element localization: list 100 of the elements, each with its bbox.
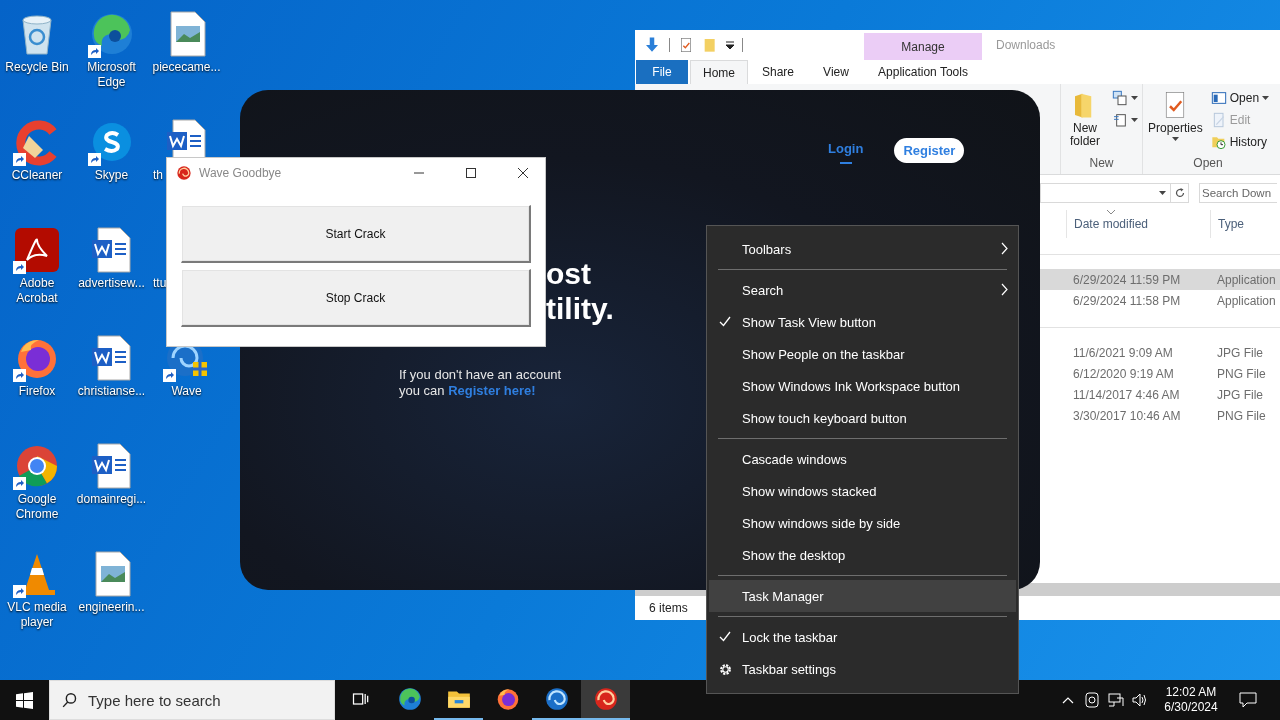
desktop-icon-label[interactable]: ttu xyxy=(153,276,167,291)
desktop-icon-label[interactable]: CCleaner xyxy=(11,168,63,183)
ribbon-tab[interactable]: Share xyxy=(748,60,808,84)
column-header[interactable]: Date modified xyxy=(1066,210,1210,238)
close-icon[interactable] xyxy=(517,168,528,178)
menu-item[interactable]: Cascade windows xyxy=(709,443,1016,475)
notification-icon[interactable] xyxy=(1239,692,1257,708)
desktop-icon-label[interactable]: Recycle Bin xyxy=(5,60,69,75)
table-cell: PNG File xyxy=(1217,408,1266,423)
clock-time: 12:02 AM xyxy=(1165,685,1217,700)
documents-icon xyxy=(1112,90,1128,106)
register-prompt: If you don't have an account you can Register here! xyxy=(399,367,562,399)
menu-item[interactable]: Show Task View button xyxy=(709,306,1016,338)
ribbon-button[interactable] xyxy=(1110,88,1140,108)
caret-icon xyxy=(1131,96,1138,100)
table-cell: PNG File xyxy=(1217,366,1266,381)
menu-item[interactable]: Show People on the taskbar xyxy=(709,338,1016,370)
window-title: Downloads xyxy=(996,38,1056,52)
window-icon xyxy=(1210,90,1227,106)
register-link[interactable]: Register here! xyxy=(448,383,536,398)
table-cell-text: 6/12/2020 9:19 AM xyxy=(1072,366,1175,381)
desktop-icon-label[interactable]: piececame... xyxy=(152,60,221,75)
caret-icon xyxy=(1131,118,1138,122)
desktop-icon-label[interactable]: Google Chrome xyxy=(0,492,74,522)
ribbon-tab[interactable]: View xyxy=(808,60,864,84)
desktop-icon-label[interactable]: domainregi... xyxy=(76,492,147,507)
file-row[interactable]: 11/14/2017 4:46 AM JPG File xyxy=(1040,384,1280,405)
swirl-icon xyxy=(592,686,619,712)
refresh-icon xyxy=(1173,186,1186,199)
menu-item[interactable]: Show the desktop xyxy=(709,539,1016,571)
file-row[interactable]: 6/29/2024 11:59 PM Application xyxy=(1040,269,1280,290)
file-row[interactable]: 3/30/2017 10:46 AM PNG File xyxy=(1040,405,1280,426)
taskbar-app-button[interactable] xyxy=(581,680,630,720)
folder-icon xyxy=(702,37,718,53)
clock[interactable]: 12:02 AM 6/30/2024 xyxy=(1156,685,1226,715)
desktop-icon-label[interactable]: advertisew... xyxy=(78,276,145,291)
pdf-icon xyxy=(13,226,61,274)
menu-item[interactable]: Show Windows Ink Workspace button xyxy=(709,370,1016,402)
file-row[interactable]: 11/6/2021 9:09 AM JPG File xyxy=(1040,342,1280,363)
table-cell: JPG File xyxy=(1217,345,1263,360)
desktop-icon-label[interactable]: engineerin... xyxy=(78,600,145,615)
desktop-icon-label[interactable]: christianse... xyxy=(77,384,146,399)
ribbon-group-label: New xyxy=(1088,156,1115,172)
desktop-icon-label[interactable]: Skype xyxy=(94,168,129,183)
table-cell: JPG File xyxy=(1217,387,1263,402)
ribbon-button[interactable]: History xyxy=(1208,132,1272,152)
menu-item[interactable]: Show windows stacked xyxy=(709,475,1016,507)
file-row[interactable]: 6/12/2020 9:19 AM PNG File xyxy=(1040,363,1280,384)
table-cell: Application xyxy=(1217,272,1276,287)
speaker-icon[interactable] xyxy=(1132,692,1148,708)
file-row[interactable]: 6/29/2024 11:58 PM Application xyxy=(1040,290,1280,311)
search-icon xyxy=(61,692,78,709)
search-field[interactable]: Search Down xyxy=(1199,182,1277,203)
swirl-icon xyxy=(543,686,570,712)
desktop-icon-label[interactable]: Adobe Acrobat xyxy=(0,276,74,306)
ribbon-button[interactable]: New folder xyxy=(1063,88,1107,156)
menu-item[interactable]: Taskbar settings xyxy=(709,653,1016,685)
start-icon[interactable] xyxy=(16,691,33,709)
customize-caret-icon[interactable] xyxy=(726,41,734,49)
menu-item[interactable]: Search xyxy=(709,274,1016,306)
desktop-icon-label[interactable]: th xyxy=(153,168,163,183)
caret-icon xyxy=(1171,137,1179,141)
table-cell-text: 3/30/2017 10:46 AM xyxy=(1072,408,1182,423)
column-header[interactable]: Type xyxy=(1210,210,1244,238)
ribbon-tab[interactable]: File xyxy=(636,60,688,84)
menu-item[interactable]: Show touch keyboard button xyxy=(709,402,1016,434)
checkmark-icon xyxy=(719,316,731,327)
table-cell-text: 11/6/2021 9:09 AM xyxy=(1072,345,1174,360)
chevron-up-icon[interactable] xyxy=(1062,696,1074,704)
checkmark-icon xyxy=(719,631,731,642)
status-text: 6 items xyxy=(649,601,688,615)
ribbon-button[interactable]: Properties xyxy=(1145,88,1206,156)
action-button[interactable]: Start Crack xyxy=(181,205,531,263)
camera-icon[interactable] xyxy=(1084,692,1100,708)
menu-item[interactable]: Task Manager xyxy=(709,580,1016,612)
ribbon-tab[interactable]: Application Tools xyxy=(864,60,982,84)
ribbon-button[interactable]: Open xyxy=(1208,88,1272,108)
heading-text: ost xyxy=(546,256,592,291)
menu-item[interactable]: Lock the taskbar xyxy=(709,621,1016,653)
maximize-icon[interactable] xyxy=(465,168,476,178)
desktop-icon-label[interactable]: VLC media player xyxy=(0,600,74,630)
menu-item[interactable]: Show windows side by side xyxy=(709,507,1016,539)
action-button[interactable]: Stop Crack xyxy=(181,269,531,327)
network-icon[interactable] xyxy=(1108,692,1124,708)
ribbon-tab[interactable]: Home xyxy=(690,60,748,84)
table-cell-text: 6/29/2024 11:58 PM xyxy=(1072,293,1182,308)
taskbar-search-field[interactable]: Type here to search xyxy=(49,680,335,720)
context-tab-header: Manage xyxy=(864,33,982,60)
register-button[interactable]: Register xyxy=(894,137,965,163)
settings-icon xyxy=(719,663,732,676)
refresh-button[interactable] xyxy=(1170,182,1189,203)
desktop-icon-label[interactable]: Wave xyxy=(171,384,202,399)
desktop-icon-label[interactable]: Microsoft Edge xyxy=(74,60,149,90)
swirl-icon xyxy=(176,165,192,181)
document-icon xyxy=(1112,112,1128,128)
heading-text: tility. xyxy=(546,291,614,326)
history-icon xyxy=(1210,134,1227,150)
desktop-icon-label[interactable]: Firefox xyxy=(18,384,56,399)
menu-item[interactable]: Toolbars xyxy=(709,233,1016,265)
dropdown-caret-icon xyxy=(1159,190,1166,195)
